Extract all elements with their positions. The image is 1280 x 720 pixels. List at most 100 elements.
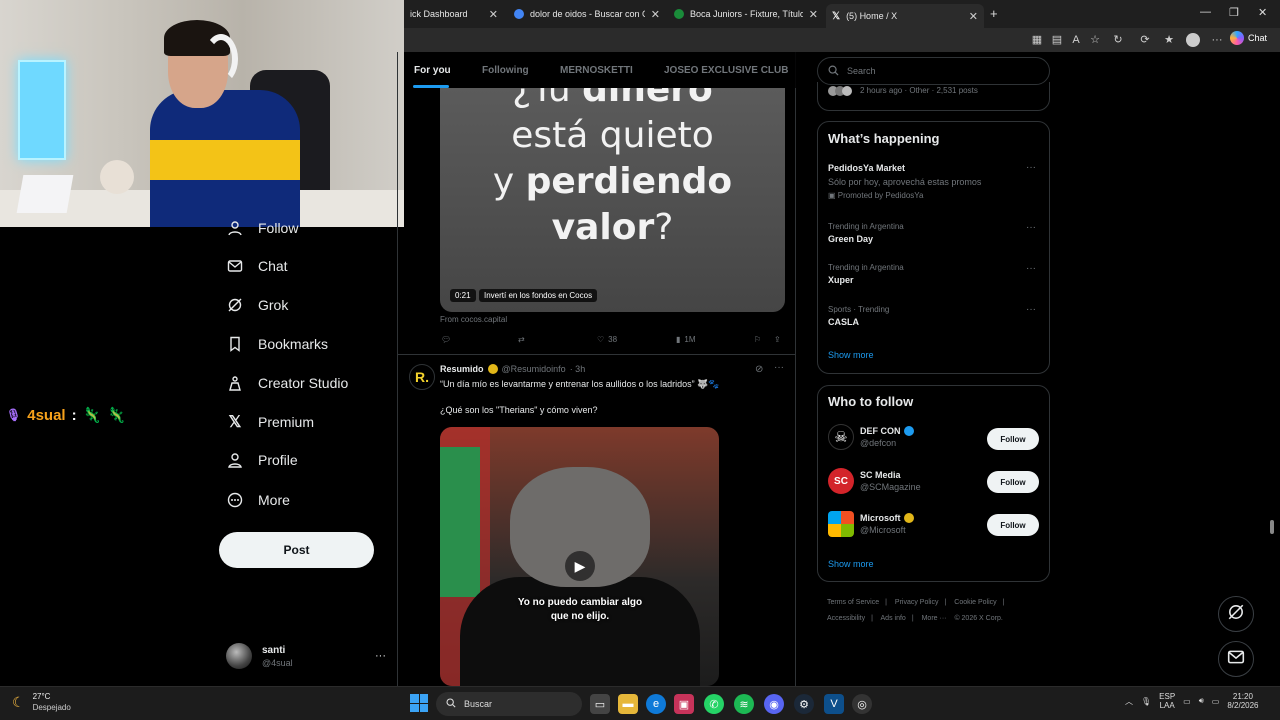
post-time[interactable]: · 3h: [570, 364, 586, 374]
footer-link[interactable]: Privacy Policy: [895, 599, 939, 606]
share-button[interactable]: ⇪: [774, 335, 781, 344]
battery-icon[interactable]: ▭: [1212, 697, 1220, 706]
language-indicator[interactable]: ESP LAA: [1159, 692, 1175, 710]
favorites-icon[interactable]: ★: [1162, 33, 1176, 47]
profile-avatar-icon[interactable]: [1186, 33, 1200, 47]
tab-for-you[interactable]: For you: [414, 65, 451, 76]
obs-icon[interactable]: ◎: [852, 694, 872, 714]
new-tab-button[interactable]: +: [990, 6, 998, 21]
footer-link[interactable]: Terms of Service: [827, 599, 879, 606]
trend-more-icon[interactable]: ···: [1026, 162, 1036, 173]
nav-profile[interactable]: Profile: [226, 449, 298, 471]
file-explorer-icon[interactable]: ▬: [618, 694, 638, 714]
post-button[interactable]: Post: [219, 532, 374, 568]
account-more-icon[interactable]: ···: [375, 650, 386, 662]
copilot-chat-button[interactable]: Chat: [1230, 31, 1267, 45]
trend-more-icon[interactable]: ···: [1026, 222, 1036, 233]
footer-link[interactable]: Cookie Policy: [954, 599, 996, 606]
refresh-icon[interactable]: ↻: [1111, 33, 1125, 47]
browser-tab-active[interactable]: 𝕏 (5) Home / X ✕: [826, 4, 984, 28]
trend-more-icon[interactable]: ···: [1026, 304, 1036, 315]
close-tab-icon[interactable]: ✕: [969, 10, 978, 23]
restore-icon[interactable]: ❐: [1229, 6, 1239, 19]
microphone-icon[interactable]: 🎙︎: [1141, 697, 1151, 706]
scrollbar-thumb[interactable]: [1270, 520, 1274, 534]
trend-item[interactable]: Trending in Argentina Green Day: [828, 222, 904, 244]
nav-creator-studio[interactable]: Creator Studio: [226, 372, 348, 394]
trend-more-icon[interactable]: ···: [1026, 263, 1036, 274]
account-switcher[interactable]: santi @4sual ···: [226, 640, 386, 672]
follow-suggestion[interactable]: Microsoft @Microsoft: [828, 511, 914, 537]
footer-link[interactable]: More ···: [922, 615, 947, 622]
nav-bookmarks[interactable]: Bookmarks: [226, 333, 328, 355]
show-more-link[interactable]: Show more: [828, 559, 874, 569]
weather-widget[interactable]: ☾ 27°C Despejado: [12, 692, 71, 712]
browser-tab[interactable]: dolor de oidos - Buscar con Google ✕: [508, 4, 666, 24]
close-window-icon[interactable]: ✕: [1258, 6, 1267, 19]
close-tab-icon[interactable]: ✕: [489, 8, 498, 21]
favorite-star-icon[interactable]: ☆: [1088, 33, 1102, 47]
taskbar-search[interactable]: Buscar: [436, 692, 582, 716]
follow-suggestion[interactable]: ☠ DEF CON @defcon: [828, 424, 914, 450]
clock[interactable]: 21:20 8/2/2026: [1227, 692, 1258, 710]
bookmark-button[interactable]: ⚐: [754, 335, 761, 344]
trend-item[interactable]: PedidosYa Market Sólo por hoy, aprovechá…: [828, 163, 1040, 200]
live-spaces-card[interactable]: 2 hours ago · Other · 2,531 posts: [817, 82, 1050, 111]
spotify-icon[interactable]: ≋: [734, 694, 754, 714]
follow-button[interactable]: Follow: [987, 514, 1039, 536]
trend-item[interactable]: Trending in Argentina Xuper: [828, 263, 904, 285]
ad-source[interactable]: From cocos.capital: [440, 315, 507, 324]
nav-grok[interactable]: Grok: [226, 294, 288, 316]
split-screen-icon[interactable]: ▦: [1030, 33, 1044, 47]
nav-follow[interactable]: Follow: [226, 217, 298, 239]
ad-video[interactable]: ¿Tu dinero está quieto y perdiendo valor…: [440, 88, 785, 312]
tab-following[interactable]: Following: [482, 65, 529, 76]
task-view-icon[interactable]: ▭: [590, 694, 610, 714]
browser-tab[interactable]: ick Dashboard ✕: [404, 4, 504, 24]
v-app-icon[interactable]: V: [824, 694, 844, 714]
video-caption[interactable]: Invertí en los fondos en Cocos: [479, 289, 598, 302]
settings-more-icon[interactable]: ···: [1210, 33, 1224, 47]
tab-joseo-exclusive-club[interactable]: JOSEO EXCLUSIVE CLUB: [664, 65, 788, 76]
footer-link[interactable]: Accessibility: [827, 615, 865, 622]
footer-link[interactable]: Ads info: [881, 615, 906, 622]
follow-button[interactable]: Follow: [987, 471, 1039, 493]
repost-button[interactable]: ⇄: [518, 335, 525, 344]
follow-suggestion[interactable]: SC SC Media @SCMagazine: [828, 468, 921, 494]
messages-fab[interactable]: [1218, 641, 1254, 677]
discord-icon[interactable]: ◉: [764, 694, 784, 714]
grok-fab[interactable]: [1218, 596, 1254, 632]
volume-icon[interactable]: 🔊︎: [1199, 696, 1204, 706]
like-button[interactable]: ♡ 38: [597, 335, 617, 344]
minimize-icon[interactable]: —: [1200, 6, 1211, 18]
grok-icon[interactable]: ⊘: [755, 364, 763, 375]
browser-tab[interactable]: Boca Juniors - Fixture, Títulos y Pla ✕: [668, 4, 824, 24]
follow-button[interactable]: Follow: [987, 428, 1039, 450]
views-button[interactable]: ▮ 1M: [676, 335, 696, 344]
search-input[interactable]: Search: [817, 57, 1050, 85]
steam-icon[interactable]: ⚙: [794, 694, 814, 714]
play-icon[interactable]: ▶: [565, 551, 595, 581]
show-more-link[interactable]: Show more: [828, 350, 874, 360]
chevron-up-icon[interactable]: ︿: [1125, 696, 1133, 707]
extensions-icon[interactable]: ⟳: [1138, 33, 1152, 47]
nav-premium[interactable]: 𝕏 Premium: [226, 411, 314, 433]
close-tab-icon[interactable]: ✕: [809, 8, 818, 21]
edge-icon[interactable]: e: [646, 694, 666, 714]
post-more-icon[interactable]: ···: [774, 362, 784, 373]
author-name[interactable]: Resumido: [440, 364, 484, 374]
avatar[interactable]: R.: [409, 364, 435, 390]
nav-chat[interactable]: Chat: [226, 255, 288, 277]
network-icon[interactable]: ▭: [1183, 697, 1191, 706]
close-tab-icon[interactable]: ✕: [651, 8, 660, 21]
app-icon[interactable]: ▣: [674, 694, 694, 714]
tab-mernosketti[interactable]: MERNOSKETTI: [560, 65, 633, 76]
reply-button[interactable]: 💬︎: [441, 335, 451, 344]
windows-start-icon[interactable]: [410, 694, 428, 712]
author-handle[interactable]: @Resumidoinfo: [502, 364, 566, 374]
trend-item[interactable]: Sports · Trending CASLA: [828, 305, 889, 327]
read-aloud-icon[interactable]: A: [1069, 33, 1083, 47]
reader-icon[interactable]: ▤: [1050, 33, 1064, 47]
nav-more[interactable]: More: [226, 489, 290, 511]
whatsapp-icon[interactable]: ✆: [704, 694, 724, 714]
